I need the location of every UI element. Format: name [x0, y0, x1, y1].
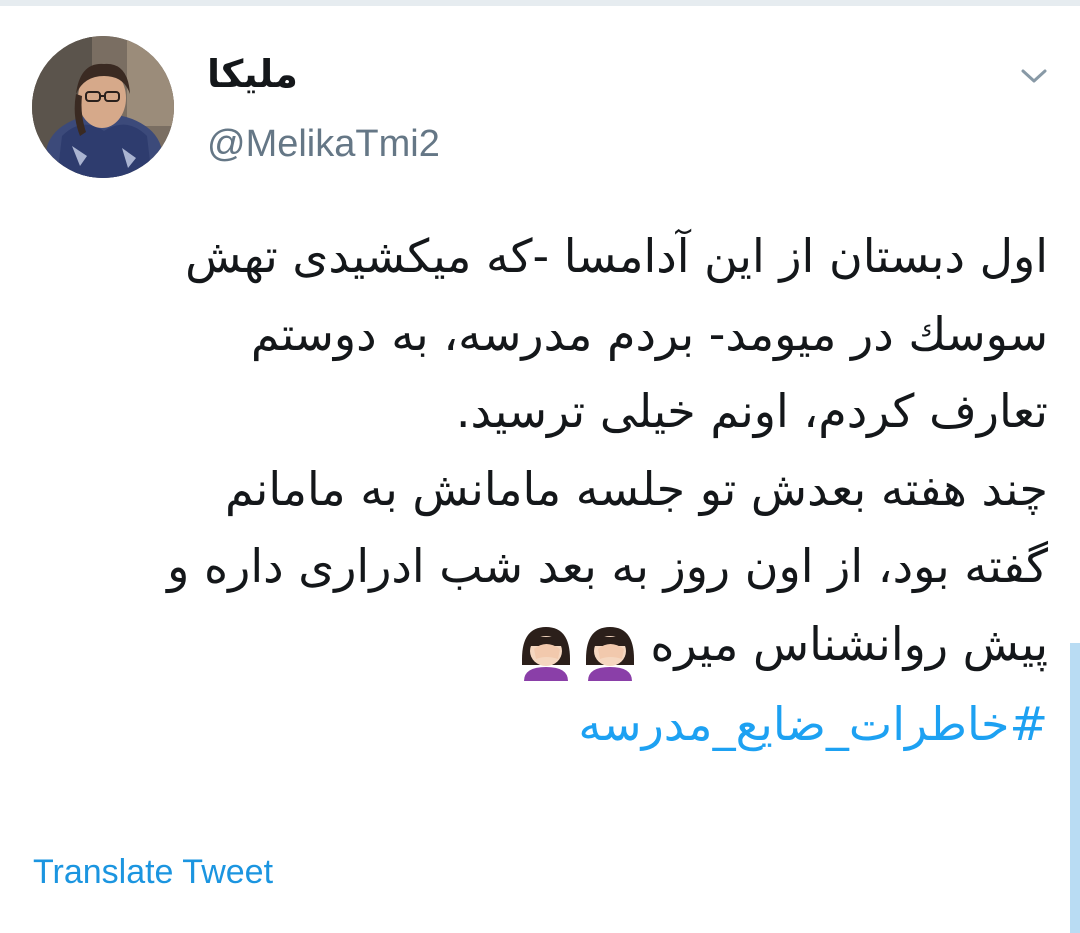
- avatar[interactable]: [32, 36, 174, 178]
- tweet-menu-button[interactable]: [1014, 56, 1054, 96]
- tweet-line-with-emoji: پیش روانشناس میره: [30, 606, 1048, 686]
- emoji-group: [516, 608, 640, 686]
- tweet-line: گفته بود، از اون روز به بعد شب ادراری دا…: [167, 539, 1048, 593]
- author-display-name[interactable]: ملیکا: [207, 46, 298, 102]
- tweet-line: تعارف کردم، اونم خیلی ترسید.: [455, 384, 1048, 438]
- tweet-line: اول دبستان از این آدامسا -که میکشیدی تهش: [185, 229, 1048, 283]
- chevron-down-icon: [1021, 69, 1047, 83]
- tweet-line: سوسك در میومد- بردم مدرسه، به دوستم: [250, 306, 1048, 361]
- scrollbar[interactable]: [1070, 643, 1080, 933]
- top-divider: [0, 0, 1080, 6]
- profile-photo-icon: [32, 36, 174, 178]
- tweet-line: پیش روانشناس میره: [650, 616, 1048, 671]
- tweet-body: اول دبستان از این آدامسا -که میکشیدی تهش…: [30, 218, 1048, 763]
- tweet-line: چند هفته بعدش تو جلسه مامانش به مامانم: [224, 461, 1048, 516]
- woman-facepalming-emoji-icon: [522, 626, 635, 681]
- hashtag-link[interactable]: #خاطرات_ضایع_مدرسه: [30, 686, 1048, 764]
- author-handle[interactable]: @MelikaTmi2: [207, 116, 440, 172]
- translate-tweet-link[interactable]: Translate Tweet: [33, 850, 273, 894]
